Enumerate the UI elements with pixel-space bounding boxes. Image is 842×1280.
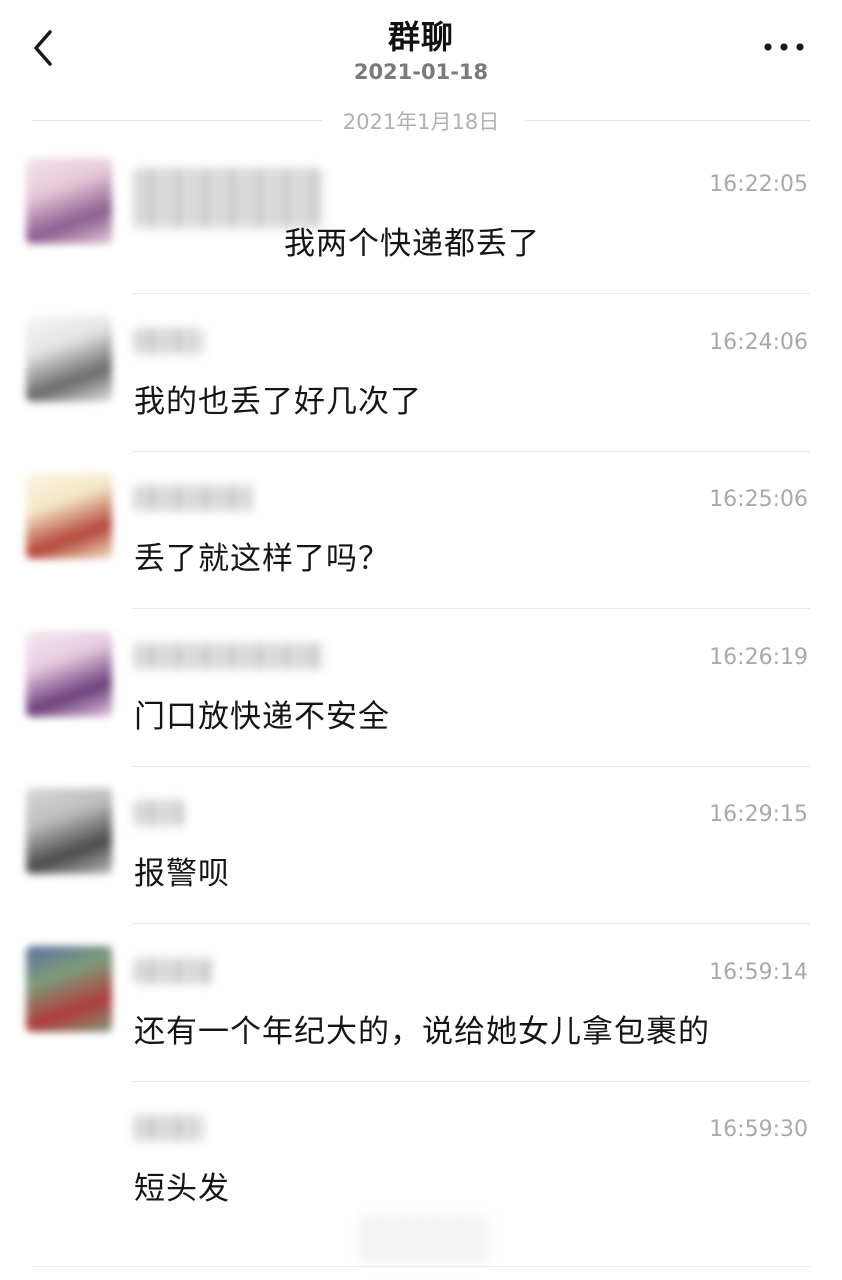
sender-name-blurred [134,958,214,984]
chat-subtitle-date: 2021-01-18 [353,60,489,84]
message-separator [132,1081,810,1082]
message-separator [132,451,810,452]
message-text: 我两个快递都丢了 [284,226,540,262]
avatar[interactable] [26,473,112,559]
date-divider-label: 2021年1月18日 [342,110,500,134]
message-text: 短头发 [134,1171,230,1207]
message-separator [132,608,810,609]
sender-name-blurred [134,328,204,354]
avatar[interactable] [26,158,112,244]
more-dots-icon [764,43,804,51]
message-timestamp: 16:29:15 [709,802,808,827]
divider-line-right [524,120,810,121]
message-item[interactable]: 16:22:05 我两个快递都丢了 [0,140,842,298]
avatar[interactable] [26,788,112,874]
message-separator [132,923,810,924]
avatar[interactable] [26,316,112,402]
message-timestamp: 16:59:30 [709,1117,808,1142]
message-text: 门口放快递不安全 [134,699,390,735]
message-text: 报警呗 [134,856,230,892]
message-text: 我的也丢了好几次了 [134,384,422,420]
message-timestamp: 16:26:19 [709,645,808,670]
chat-title: 群聊 [387,18,454,56]
message-timestamp: 16:25:06 [709,487,808,512]
sender-name-blurred [134,485,254,511]
chat-header: 群聊 2021-01-18 [0,0,842,100]
message-item[interactable]: 16:26:19 门口放快递不安全 [0,613,842,771]
message-timestamp: 16:22:05 [709,172,808,197]
message-item[interactable]: 16:29:15 报警呗 [0,770,842,928]
blurred-footer-text [360,1214,490,1264]
message-text: 丢了就这样了吗？ [134,541,390,577]
message-separator [132,293,810,294]
avatar[interactable] [26,631,112,717]
bottom-divider [32,1266,810,1267]
sender-name-blurred [134,643,324,669]
more-options-button[interactable] [758,34,810,60]
message-timestamp: 16:59:14 [709,960,808,985]
message-item[interactable]: 16:24:06 我的也丢了好几次了 [0,298,842,456]
message-separator [132,766,810,767]
sender-name-blurred [134,1115,204,1141]
message-item[interactable]: 16:59:14 还有一个年纪大的，说给她女儿拿包裹的 [0,928,842,1086]
date-divider: 2021年1月18日 [32,104,810,138]
message-text: 还有一个年纪大的，说给她女儿拿包裹的 [134,1014,710,1050]
sender-name-blurred [134,800,184,826]
message-item[interactable]: 16:25:06 丢了就这样了吗？ [0,455,842,613]
message-timestamp: 16:24:06 [709,330,808,355]
avatar[interactable] [26,946,112,1032]
